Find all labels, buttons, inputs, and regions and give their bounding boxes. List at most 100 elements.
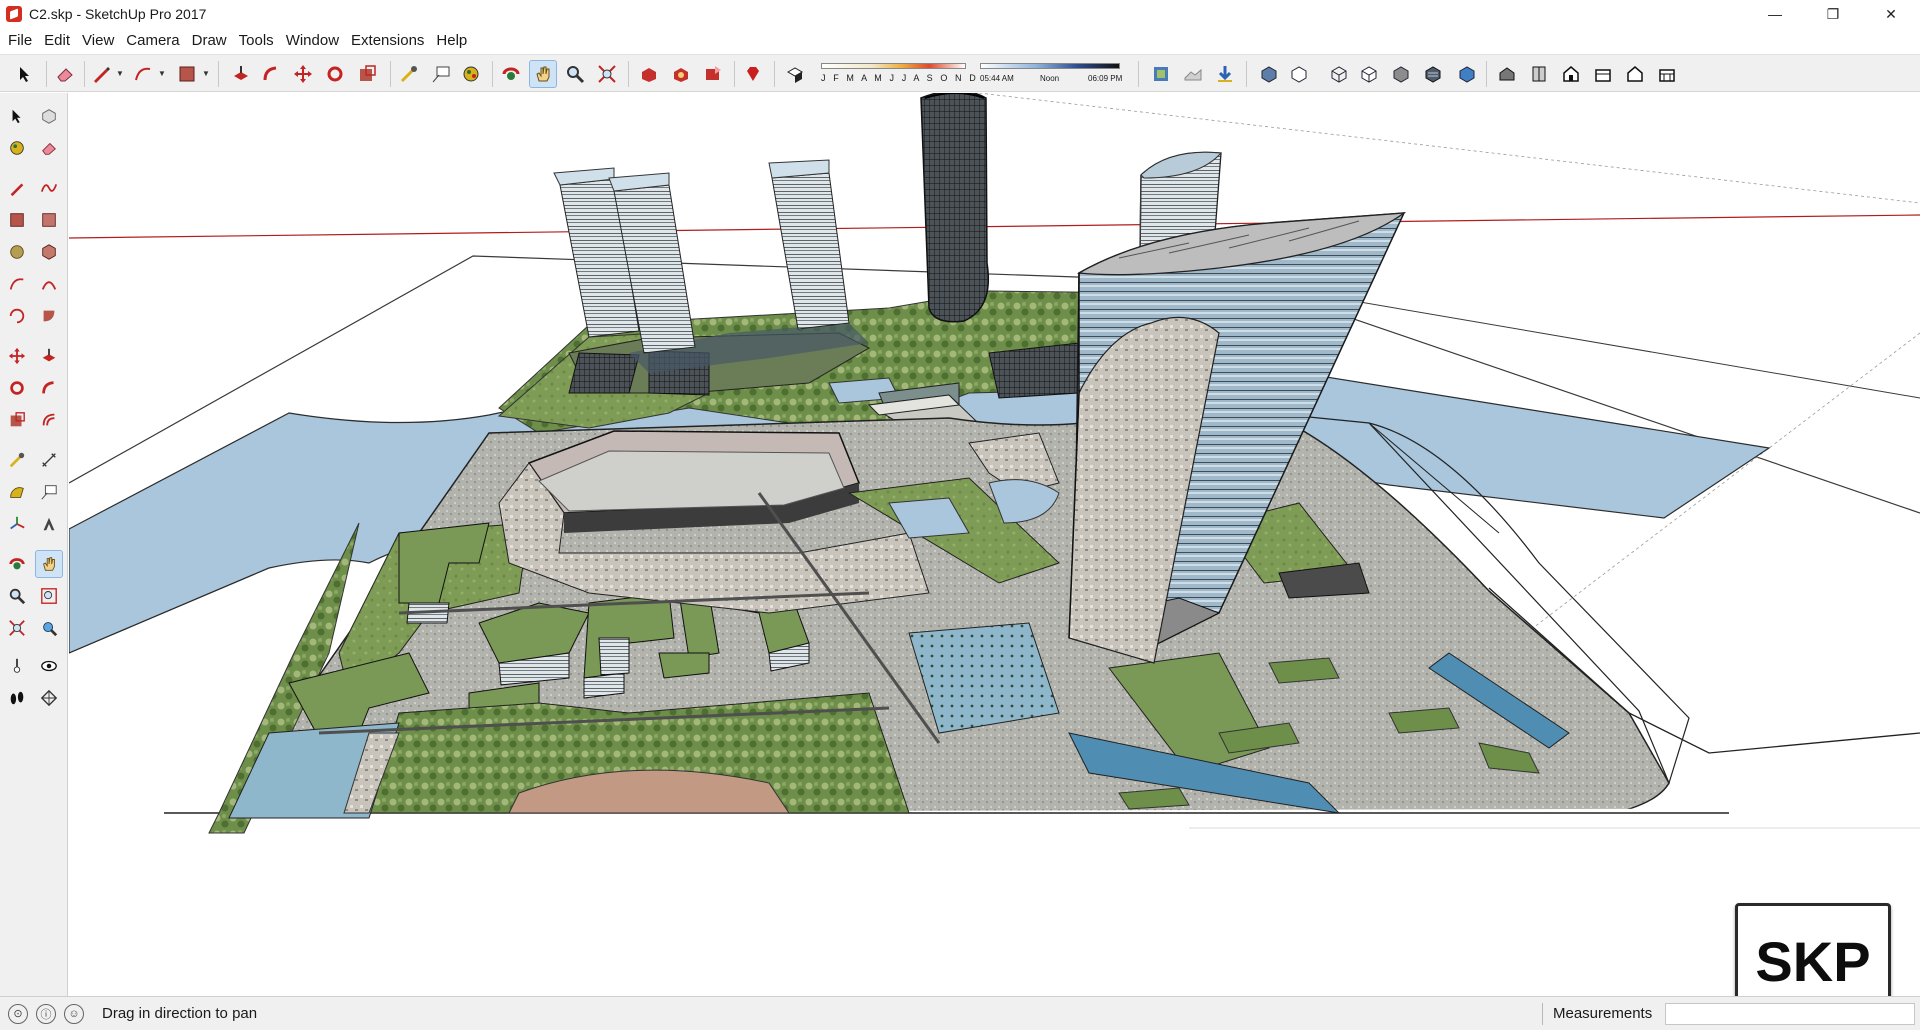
time-slider[interactable] [980, 63, 1120, 69]
menu-extensions[interactable]: Extensions [345, 28, 430, 54]
shaded-style-button[interactable] [1388, 61, 1414, 87]
scale-tool-button[interactable] [354, 61, 380, 87]
follow-me-tool-button[interactable] [258, 61, 284, 87]
eraser-button[interactable] [36, 135, 62, 161]
geo-location-icon[interactable]: ⊙ [8, 1003, 28, 1024]
protractor-button[interactable] [4, 479, 30, 505]
text-tool-button[interactable] [428, 61, 454, 87]
follow-me-button[interactable] [36, 375, 62, 401]
shadow-settings-slider[interactable]: J F M A M J J A S O N D 05:44 AM Noon 06… [812, 59, 1132, 91]
credits-info-icon[interactable]: ⓘ [36, 1003, 56, 1024]
left-view-button[interactable] [1654, 61, 1680, 87]
select-tool-button[interactable] [4, 103, 30, 129]
rotate-button[interactable] [4, 375, 30, 401]
share-model-icon [706, 66, 721, 80]
hidden-line-style-button[interactable] [1356, 61, 1382, 87]
line-tool-dropdown-icon[interactable]: ▼ [116, 69, 124, 78]
freehand-button[interactable] [36, 175, 62, 201]
move-button[interactable] [4, 343, 30, 369]
right-view-button[interactable] [1590, 61, 1616, 87]
arc-tool-button[interactable] [130, 61, 156, 87]
close-button[interactable]: ✕ [1862, 0, 1920, 28]
back-view-button[interactable] [1622, 61, 1648, 87]
zoom-window-button[interactable] [36, 583, 62, 609]
3d-text-button[interactable] [36, 511, 62, 537]
zoom-button[interactable] [4, 583, 30, 609]
move-tool-button[interactable] [290, 61, 316, 87]
rotated-rectangle-button[interactable] [36, 207, 62, 233]
rotate-tool-button[interactable] [322, 61, 348, 87]
section-plane-button[interactable] [36, 685, 62, 711]
warehouse-button[interactable] [636, 61, 662, 87]
select-tool-button[interactable] [12, 61, 38, 87]
shaded-textures-style-button[interactable] [1420, 61, 1446, 87]
offset-button[interactable] [36, 407, 62, 433]
three-point-arc-button[interactable] [4, 303, 30, 329]
paint-bucket-button[interactable] [4, 135, 30, 161]
push-pull-button[interactable] [36, 343, 62, 369]
menu-camera[interactable]: Camera [120, 28, 185, 54]
menu-file[interactable]: File [2, 28, 38, 54]
position-camera-button[interactable] [4, 653, 30, 679]
shape-tool-dropdown-icon[interactable]: ▼ [202, 69, 210, 78]
top-view-button[interactable] [1526, 61, 1552, 87]
make-component-button[interactable] [36, 103, 62, 129]
axes-button[interactable] [4, 511, 30, 537]
month-labels: J F M A M J J A S O N D [821, 73, 979, 83]
back-edges-style-button[interactable] [1286, 61, 1312, 87]
arc-button[interactable] [4, 271, 30, 297]
zoom-extents-button[interactable] [4, 615, 30, 641]
monochrome-style-button[interactable] [1454, 61, 1480, 87]
rectangle-button[interactable] [4, 207, 30, 233]
polygon-button[interactable] [36, 239, 62, 265]
menu-edit[interactable]: Edit [38, 28, 76, 54]
xray-style-button[interactable] [1256, 61, 1282, 87]
shadows-toggle-button[interactable] [782, 61, 808, 87]
circle-button[interactable] [4, 239, 30, 265]
model-viewport[interactable] [69, 93, 1920, 996]
scale-button[interactable] [4, 407, 30, 433]
orbit-button[interactable] [4, 551, 30, 577]
pie-button[interactable] [36, 303, 62, 329]
add-location-button[interactable] [1148, 61, 1174, 87]
menu-draw[interactable]: Draw [186, 28, 233, 54]
extension-warehouse-button[interactable] [668, 61, 694, 87]
wireframe-style-button[interactable] [1326, 61, 1352, 87]
push-pull-tool-button[interactable] [228, 61, 254, 87]
minimize-button[interactable]: — [1746, 0, 1804, 28]
share-model-button[interactable] [700, 61, 726, 87]
two-point-arc-button[interactable] [36, 271, 62, 297]
toggle-terrain-button[interactable] [1180, 61, 1206, 87]
walk-button[interactable] [4, 685, 30, 711]
pan-tool-button[interactable] [529, 60, 557, 88]
orbit-tool-button[interactable] [498, 61, 524, 87]
rectangle-tool-button[interactable] [174, 61, 200, 87]
front-view-button[interactable] [1558, 61, 1584, 87]
arc-tool-dropdown-icon[interactable]: ▼ [158, 69, 166, 78]
extension-warehouse-icon [674, 68, 688, 82]
text-button[interactable] [36, 479, 62, 505]
look-around-button[interactable] [36, 653, 62, 679]
menu-window[interactable]: Window [280, 28, 345, 54]
tape-measure-button[interactable] [4, 447, 30, 473]
line-button[interactable] [4, 175, 30, 201]
user-account-icon[interactable]: ☺ [64, 1003, 84, 1024]
month-slider[interactable] [821, 63, 966, 69]
line-tool-button[interactable] [88, 61, 114, 87]
dimension-button[interactable] [36, 447, 62, 473]
paint-bucket-tool-button[interactable] [458, 61, 484, 87]
zoom-tool-button[interactable] [562, 61, 588, 87]
zoom-extents-button[interactable] [594, 61, 620, 87]
previous-view-button[interactable] [36, 615, 62, 641]
eraser-tool-button[interactable] [52, 61, 78, 87]
menu-view[interactable]: View [76, 28, 120, 54]
menu-help[interactable]: Help [430, 28, 473, 54]
tape-measure-tool-button[interactable] [396, 61, 422, 87]
ruby-console-button[interactable] [740, 61, 766, 87]
iso-view-button[interactable] [1494, 61, 1520, 87]
measurements-input[interactable] [1665, 1003, 1915, 1025]
photo-textures-button[interactable] [1212, 61, 1238, 87]
pan-button[interactable] [35, 550, 63, 578]
menu-tools[interactable]: Tools [233, 28, 280, 54]
restore-button[interactable]: ❐ [1804, 0, 1862, 28]
